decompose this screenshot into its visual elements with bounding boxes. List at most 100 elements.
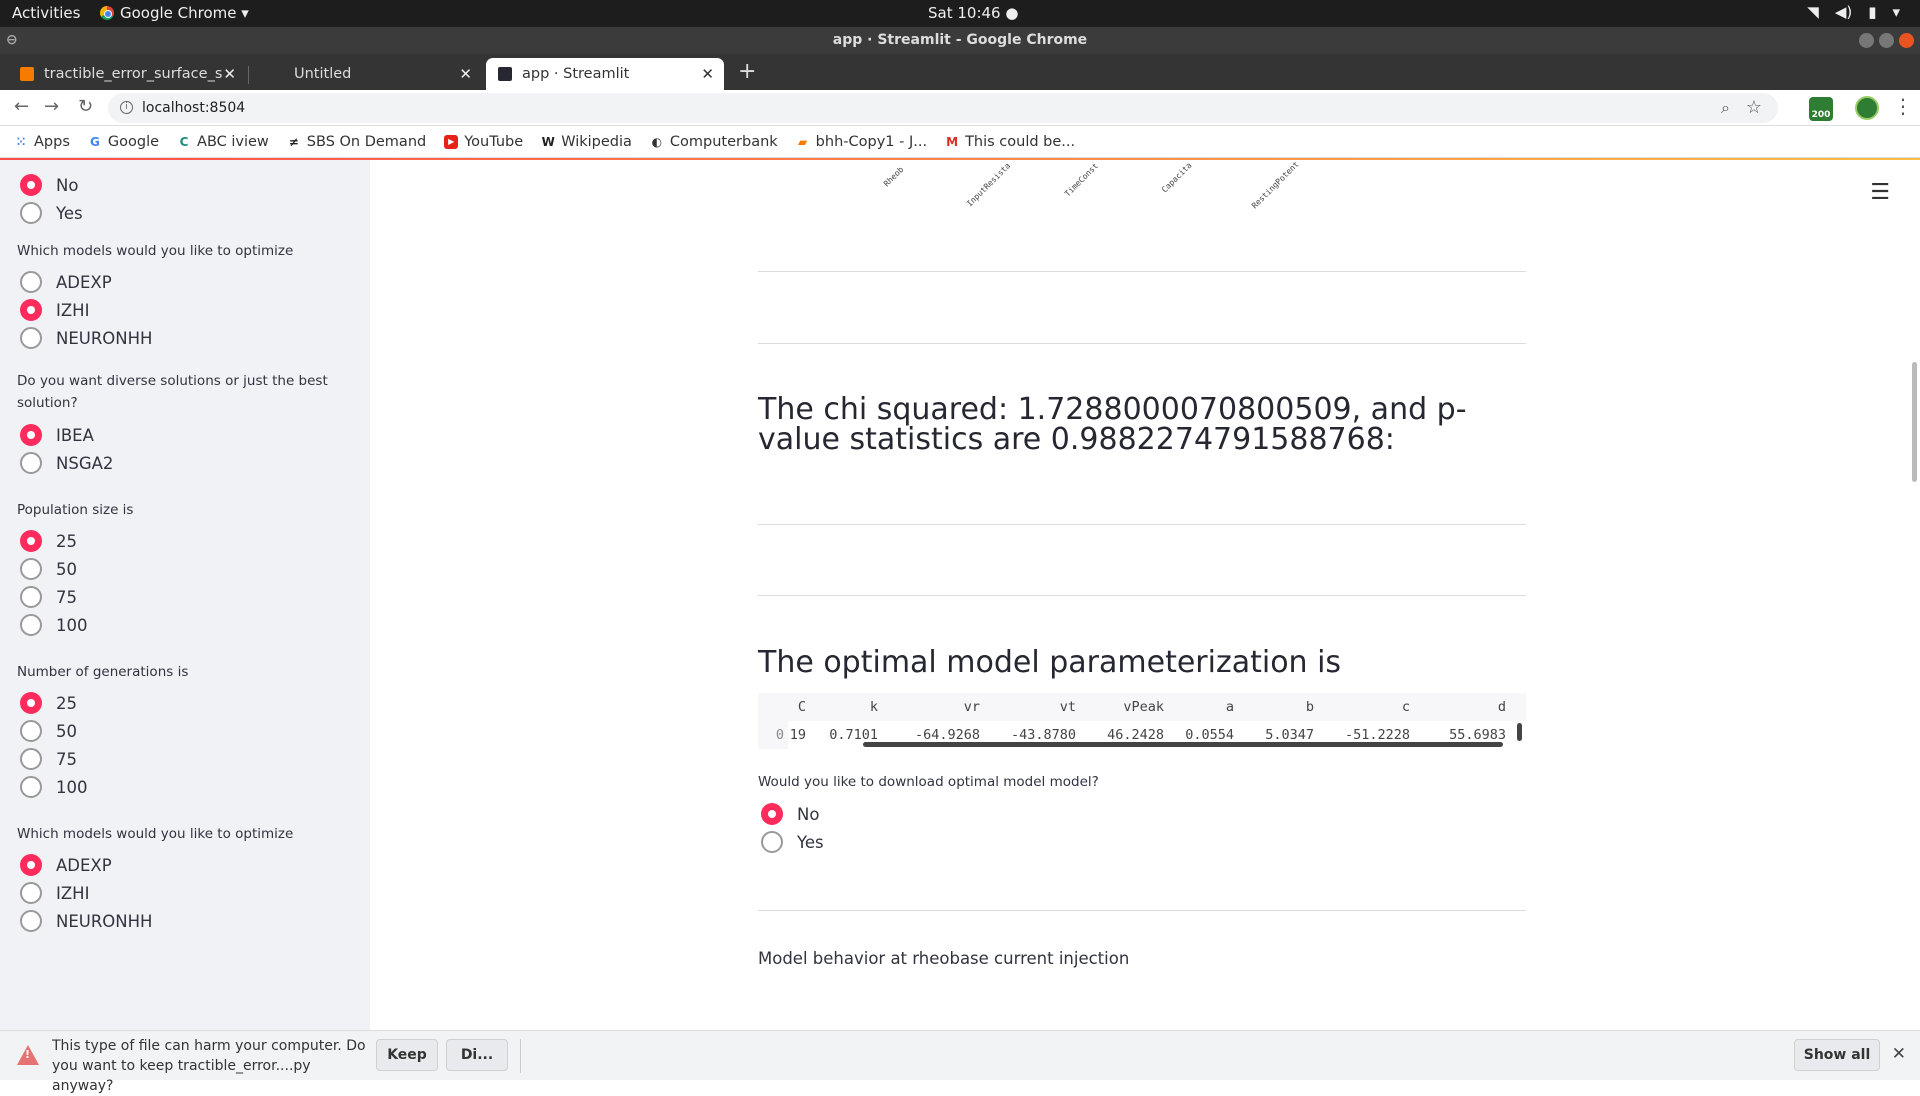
- table-cell[interactable]: 19: [788, 727, 806, 743]
- main-content: ☰ Rheob InputResista TimeConst Capacita …: [370, 160, 1920, 1030]
- app-menu[interactable]: Google Chrome ▾: [100, 4, 249, 22]
- divider: [758, 271, 1526, 272]
- radio-gen-50[interactable]: 50: [20, 720, 77, 742]
- table-horizontal-scrollbar[interactable]: [863, 742, 1503, 747]
- radio-label: 75: [56, 749, 77, 769]
- bookmark-google[interactable]: G Google: [88, 134, 159, 150]
- col-header[interactable]: c: [1322, 699, 1410, 715]
- radio-circle: [20, 530, 42, 552]
- radio-adexp[interactable]: ADEXP: [20, 271, 112, 293]
- close-tab-icon[interactable]: ✕: [459, 65, 472, 83]
- forward-button[interactable]: →: [44, 96, 59, 117]
- radio-circle: [20, 748, 42, 770]
- radio-gen-75[interactable]: 75: [20, 748, 77, 770]
- tab-app-streamlit[interactable]: app · Streamlit ✕: [486, 58, 724, 90]
- radio-pop-25[interactable]: 25: [20, 530, 77, 552]
- radio-gen-100[interactable]: 100: [20, 776, 88, 798]
- bookmark-computerbank[interactable]: ◐ Computerbank: [650, 134, 778, 150]
- computerbank-icon: ◐: [651, 134, 663, 149]
- table-cell[interactable]: 46.2428: [1084, 727, 1164, 743]
- chrome-menu-icon[interactable]: ⋮: [1893, 94, 1913, 118]
- back-button[interactable]: ←: [14, 96, 29, 117]
- rheobase-text: Model behavior at rheobase current injec…: [758, 949, 1130, 968]
- col-header[interactable]: vt: [988, 699, 1076, 715]
- col-header[interactable]: C: [788, 699, 806, 715]
- zoom-icon[interactable]: ⌕: [1721, 93, 1730, 123]
- col-header[interactable]: a: [1172, 699, 1234, 715]
- minimize-button[interactable]: [1859, 33, 1874, 48]
- radio-neuronhh[interactable]: NEURONHH: [20, 910, 152, 932]
- close-download-bar-icon[interactable]: ✕: [1892, 1044, 1906, 1064]
- table-vertical-scrollbar[interactable]: [1517, 723, 1522, 741]
- col-header[interactable]: k: [818, 699, 878, 715]
- activities-button[interactable]: Activities: [12, 4, 80, 22]
- close-tab-icon[interactable]: ✕: [223, 65, 236, 83]
- table-cell[interactable]: -43.8780: [988, 727, 1076, 743]
- radio-izhi[interactable]: IZHI: [20, 299, 89, 321]
- radio-label: NEURONHH: [56, 911, 153, 931]
- table-cell[interactable]: 0.0554: [1172, 727, 1234, 743]
- bookmark-bhh-copy1[interactable]: ▰ bhh-Copy1 - J...: [796, 134, 927, 150]
- address-bar[interactable]: i localhost:8504 ⌕ ☆: [108, 93, 1778, 123]
- bookmark-gmail[interactable]: M This could be...: [945, 134, 1075, 150]
- table-cell[interactable]: 55.6983: [1418, 727, 1506, 743]
- radio-pop-50[interactable]: 50: [20, 558, 77, 580]
- radio-adexp[interactable]: ADEXP: [20, 854, 112, 876]
- close-window-button[interactable]: [1899, 33, 1914, 48]
- table-cell[interactable]: 5.0347: [1242, 727, 1314, 743]
- radio-label: IZHI: [56, 300, 90, 320]
- page-scrollbar[interactable]: [1912, 362, 1917, 482]
- radio-nsga2[interactable]: NSGA2: [20, 452, 113, 474]
- keep-button[interactable]: Keep: [376, 1039, 438, 1071]
- new-tab-button[interactable]: +: [738, 59, 756, 84]
- bookmark-sbs[interactable]: ≠ SBS On Demand: [287, 134, 426, 150]
- extension-icon[interactable]: 200: [1809, 97, 1833, 121]
- tab-tractible-error-surface[interactable]: tractible_error_surface_s ✕: [8, 58, 246, 90]
- radio-no[interactable]: No: [20, 174, 78, 196]
- window-menu-icon[interactable]: ⊖: [6, 27, 18, 54]
- discard-button[interactable]: Di...: [446, 1039, 508, 1071]
- reload-button[interactable]: ↻: [78, 96, 93, 117]
- radio-neuronhh[interactable]: NEURONHH: [20, 327, 152, 349]
- radio-gen-25[interactable]: 25: [20, 692, 77, 714]
- show-all-button[interactable]: Show all: [1794, 1039, 1880, 1071]
- close-tab-icon[interactable]: ✕: [701, 65, 714, 83]
- radio-yes[interactable]: Yes: [20, 202, 83, 224]
- col-header[interactable]: vPeak: [1084, 699, 1164, 715]
- radio-label: Yes: [56, 203, 83, 223]
- col-header[interactable]: d: [1418, 699, 1506, 715]
- site-info-icon[interactable]: i: [120, 101, 133, 114]
- radio-ibea[interactable]: IBEA: [20, 424, 94, 446]
- clock[interactable]: Sat 10:46 ●: [928, 4, 1018, 22]
- maximize-button[interactable]: [1879, 33, 1894, 48]
- chrome-icon: [100, 6, 114, 20]
- radio-circle: [20, 586, 42, 608]
- system-tray[interactable]: ◥ ◀) ▮ ▾: [1807, 3, 1900, 21]
- bookmark-wikipedia[interactable]: W Wikipedia: [541, 134, 632, 150]
- parameter-table[interactable]: C k vr vt vPeak a b c d 0 19 0.7101 -64.…: [758, 693, 1526, 749]
- tab-untitled[interactable]: Untitled ✕: [270, 58, 482, 90]
- col-header[interactable]: vr: [888, 699, 980, 715]
- radio-label: Yes: [797, 832, 824, 852]
- tab-label: Untitled: [294, 66, 352, 82]
- bookmark-star-icon[interactable]: ☆: [1746, 93, 1762, 123]
- radio-download-yes[interactable]: Yes: [761, 831, 824, 853]
- diversity-label: Do you want diverse solutions or just th…: [17, 373, 328, 411]
- radio-download-no[interactable]: No: [761, 803, 819, 825]
- plot-axis-label: InputResista: [965, 161, 1013, 209]
- bookmark-abc-iview[interactable]: C ABC iview: [177, 134, 269, 150]
- col-header[interactable]: b: [1242, 699, 1314, 715]
- bookmark-youtube[interactable]: ▶ YouTube: [444, 134, 523, 150]
- table-cell[interactable]: -51.2228: [1322, 727, 1410, 743]
- radio-label: 75: [56, 587, 77, 607]
- radio-izhi[interactable]: IZHI: [20, 882, 89, 904]
- radio-pop-100[interactable]: 100: [20, 614, 88, 636]
- radio-pop-75[interactable]: 75: [20, 586, 77, 608]
- table-cell[interactable]: -64.9268: [888, 727, 980, 743]
- profile-avatar[interactable]: [1855, 96, 1879, 120]
- chevron-down-icon: ▾: [1892, 3, 1900, 21]
- table-cell[interactable]: 0.7101: [818, 727, 878, 743]
- radio-label: 100: [56, 777, 88, 797]
- bookmark-apps[interactable]: ⁙ Apps: [14, 134, 70, 150]
- hamburger-menu-icon[interactable]: ☰: [1870, 180, 1890, 205]
